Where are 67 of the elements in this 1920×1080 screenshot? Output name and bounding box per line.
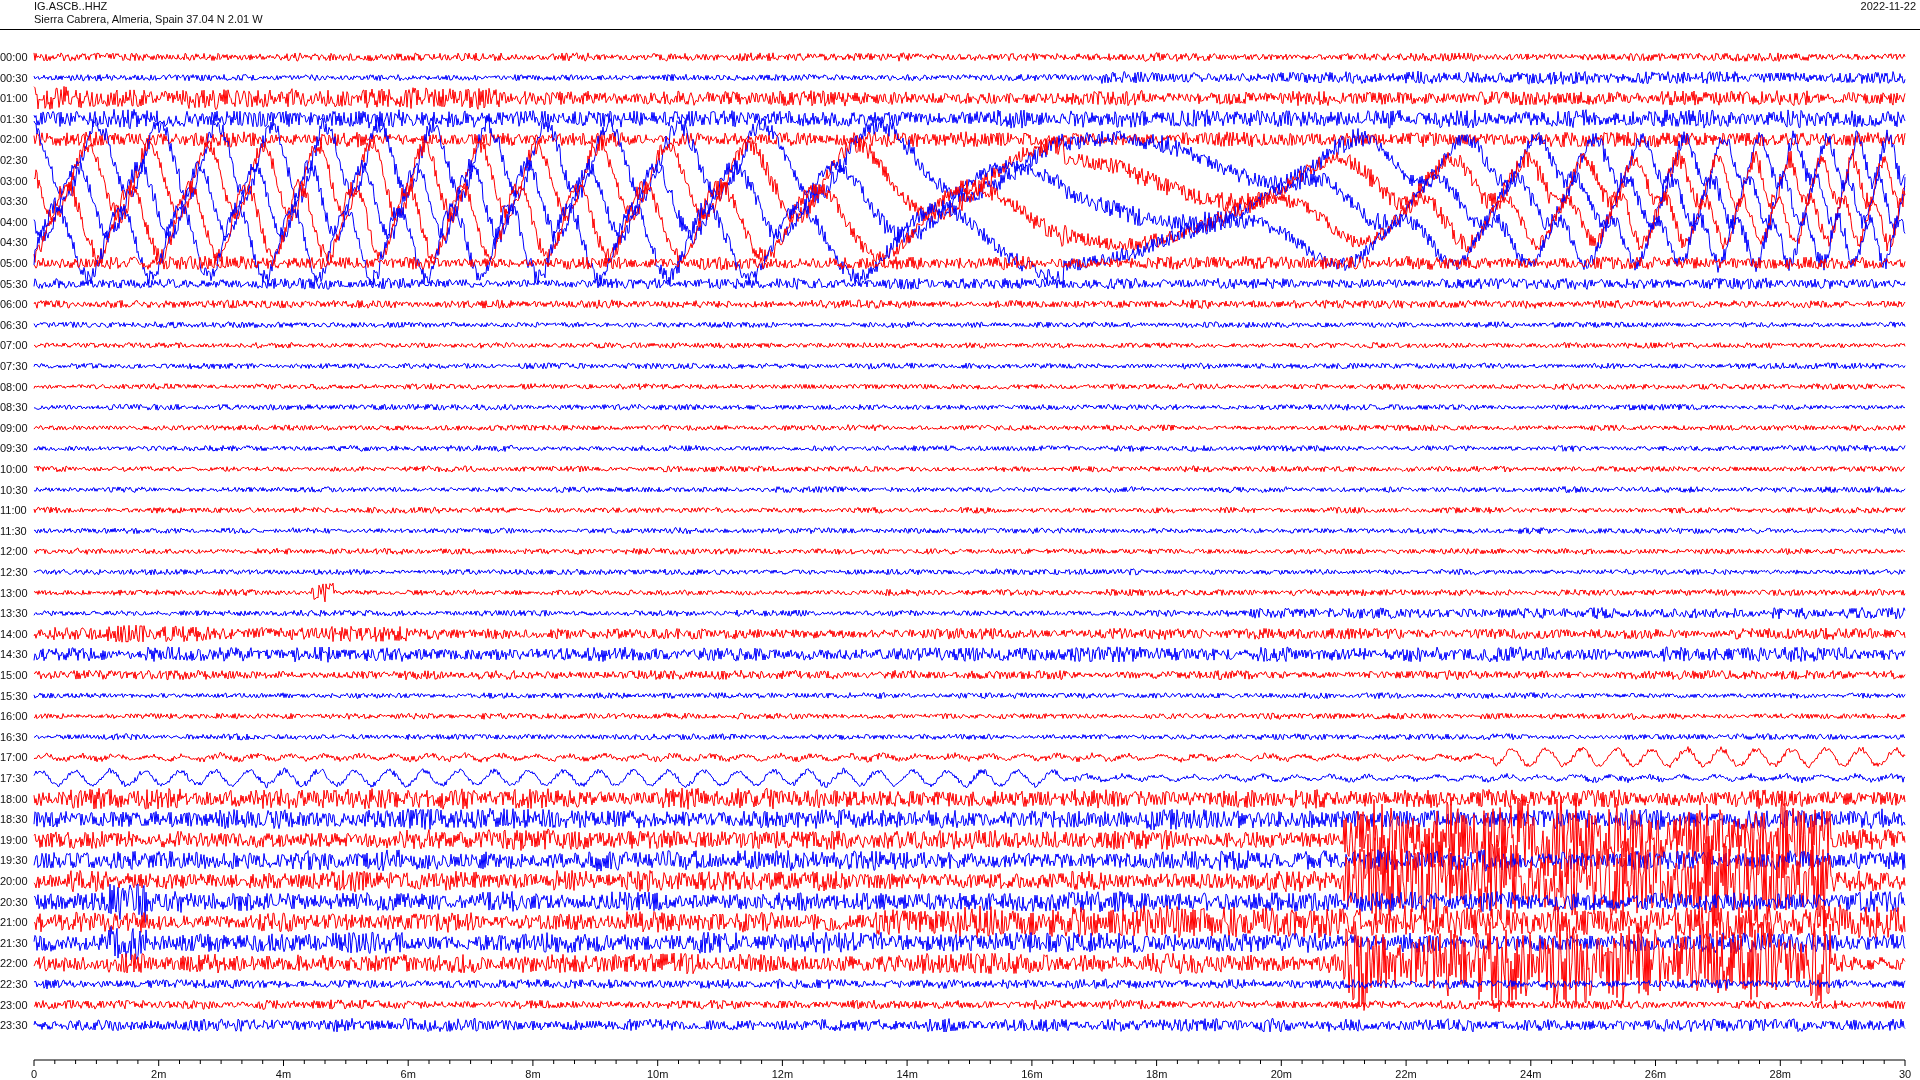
- hour-label: 21:30: [0, 936, 28, 949]
- hour-label: 01:00: [0, 92, 28, 105]
- hour-label: 07:00: [0, 339, 28, 352]
- hour-label: 20:30: [0, 895, 28, 908]
- hour-label: 18:00: [0, 792, 28, 805]
- hour-label: 23:30: [0, 1019, 28, 1032]
- station-code: IG.ASCB..HHZ: [34, 0, 109, 13]
- hour-label: 21:00: [0, 916, 28, 929]
- hour-label: 03:30: [0, 195, 28, 208]
- axis-label: 28m: [1769, 1068, 1791, 1079]
- axis-label: 26m: [1644, 1068, 1667, 1079]
- hour-label: 01:30: [0, 112, 28, 125]
- hour-label: 14:00: [0, 627, 28, 640]
- axis-label: 22m: [1395, 1068, 1417, 1079]
- hour-label: 04:00: [0, 215, 28, 228]
- axis-label: 18m: [1145, 1068, 1168, 1079]
- axis-label: 8m: [525, 1068, 541, 1079]
- hour-label: 15:30: [0, 689, 28, 702]
- hour-label: 15:00: [0, 669, 28, 681]
- hour-label: 10:30: [0, 483, 28, 496]
- hour-label: 19:00: [0, 833, 28, 846]
- hour-label: 09:30: [0, 442, 28, 455]
- hour-label: 22:30: [0, 978, 28, 990]
- axis-label: 0: [30, 1068, 38, 1079]
- axis-label: 14m: [896, 1068, 918, 1079]
- hour-label: 14:30: [0, 648, 28, 661]
- hour-label: 13:00: [0, 586, 28, 599]
- axis-label: 20m: [1270, 1068, 1293, 1079]
- hour-label: 06:00: [0, 298, 28, 311]
- hour-label: 05:30: [0, 277, 28, 290]
- hour-label: 08:30: [0, 401, 28, 414]
- hour-label: 02:00: [0, 133, 28, 146]
- hour-label: 12:30: [0, 566, 28, 578]
- hour-label: 09:00: [0, 421, 28, 434]
- hour-label: 19:30: [0, 854, 28, 867]
- hour-label: 08:00: [0, 380, 28, 393]
- hour-label: 23:00: [0, 998, 28, 1011]
- hour-label: 05:00: [0, 257, 28, 269]
- hour-label: 04:30: [0, 236, 28, 249]
- hour-label: 18:30: [0, 813, 28, 826]
- hour-label: 13:30: [0, 607, 28, 620]
- axis-label: 2m: [151, 1068, 167, 1079]
- hour-label: 00:00: [0, 51, 28, 63]
- hour-label: 00:30: [0, 71, 28, 84]
- hour-label: 12:00: [0, 545, 28, 558]
- hour-label: 11:30: [0, 524, 27, 537]
- hour-label: 16:30: [0, 730, 28, 743]
- hour-label: 22:00: [0, 957, 28, 970]
- axis-label: 4m: [275, 1068, 292, 1079]
- axis-label: 30: [1898, 1068, 1912, 1079]
- axis-label: 10m: [646, 1068, 669, 1079]
- axis-label: 6m: [400, 1068, 416, 1079]
- date-label: 2022-11-22: [1860, 0, 1917, 13]
- hour-label: 17:30: [0, 772, 28, 784]
- hour-label: 02:30: [0, 154, 28, 166]
- axis-label: 16m: [1021, 1068, 1043, 1079]
- hour-label: 07:30: [0, 360, 28, 372]
- axis-label: 24m: [1520, 1068, 1542, 1079]
- hour-label: 16:00: [0, 710, 28, 723]
- hour-label: 06:30: [0, 318, 28, 331]
- hour-label: 11:00: [0, 504, 27, 517]
- axis-label: 12m: [771, 1068, 794, 1079]
- hour-label: 20:00: [0, 875, 28, 887]
- hour-label: 17:00: [0, 751, 28, 764]
- station-location: Sierra Cabrera, Almeria, Spain 37.04 N 2.01 W: [34, 13, 263, 26]
- hour-label: 03:00: [0, 174, 28, 187]
- hour-label: 10:00: [0, 463, 28, 475]
